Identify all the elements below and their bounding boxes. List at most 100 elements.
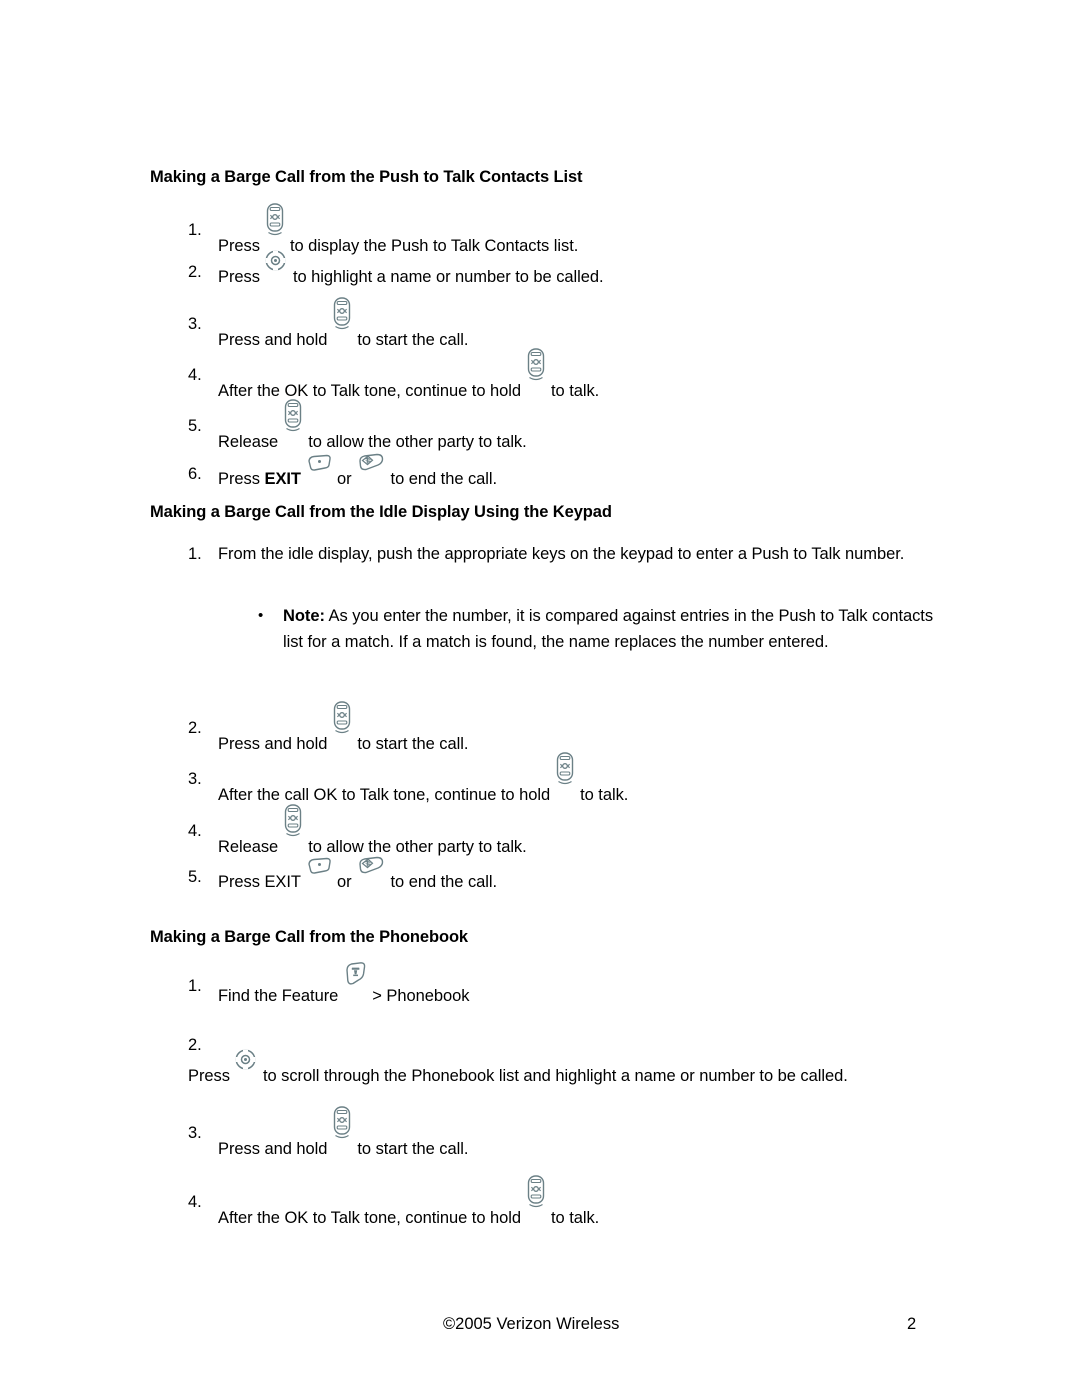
step-1-2: 2. Press to highlight a name or number to…	[188, 250, 808, 290]
ptt-key-icon[interactable]	[265, 203, 285, 237]
step-text-pre: Press and hold	[218, 1140, 328, 1158]
step-body: Press and hold to start the call.	[218, 297, 808, 353]
step-text-post: to display the Push to Talk Contacts lis…	[289, 237, 579, 255]
step-text-mid: or	[336, 470, 352, 488]
note-text: As you enter the number, it is compared …	[283, 607, 934, 651]
step-body: After the call OK to Talk tone, continue…	[218, 752, 928, 808]
step-text-pre: Press	[218, 237, 260, 255]
step-text-pre: After the OK to Talk tone, continue to h…	[218, 382, 521, 400]
step-2-5: 5. Press EXIT or to end the call.	[188, 856, 808, 895]
end-call-key-icon[interactable]	[356, 452, 387, 475]
ptt-key-icon[interactable]	[526, 1175, 546, 1209]
step-text-pre: Press	[188, 1067, 230, 1085]
step-body: Press EXIT or to end the call.	[218, 453, 808, 492]
step-text-pre: After the OK to Talk tone, continue to h…	[218, 1209, 521, 1227]
step-number: 2.	[188, 263, 202, 281]
step-number: 1.	[188, 977, 202, 995]
section-heading-contacts-list: Making a Barge Call from the Push to Tal…	[150, 168, 583, 186]
step-1-5: 5. Release to allow the other party to ta…	[188, 399, 808, 455]
footer-page-number: 2	[907, 1315, 917, 1333]
step-body: Press and hold to start the call.	[218, 701, 808, 757]
ptt-key-icon[interactable]	[332, 701, 352, 735]
step-text-pre: Release	[218, 838, 279, 856]
step-text-pre: Press	[218, 268, 260, 286]
step-1-4: 4. After the OK to Talk tone, continue t…	[188, 348, 908, 404]
step-number: 1.	[188, 221, 202, 239]
step-number: 3.	[188, 315, 202, 333]
ptt-key-icon[interactable]	[283, 399, 303, 433]
step-text-post: to talk.	[551, 1209, 600, 1227]
ptt-key-icon[interactable]	[283, 804, 303, 838]
step-body: From the idle display, push the appropri…	[218, 545, 905, 563]
step-text-pre: Release	[218, 433, 279, 451]
step-text-pre: Press EXIT	[218, 873, 301, 891]
exit-softkey-icon[interactable]	[305, 856, 333, 878]
step-number: 4.	[188, 366, 202, 384]
step-text-post: to talk.	[551, 382, 600, 400]
step-1-6: 6. Press EXIT or to end the call.	[188, 453, 808, 492]
step-2-1: 1. From the idle display, push the appro…	[188, 541, 948, 567]
ptt-key-icon[interactable]	[332, 297, 352, 331]
step-text-post: to allow the other party to talk.	[308, 433, 527, 451]
navigation-key-icon[interactable]	[264, 249, 287, 272]
exit-softkey-icon[interactable]	[305, 453, 333, 475]
step-3-3: 3. Press and hold to start the call.	[188, 1106, 808, 1162]
step-text-pre: Press and hold	[218, 331, 328, 349]
step-body: Release to allow the other party to talk.	[218, 804, 808, 860]
note-block: • Note: As you enter the number, it is c…	[258, 603, 948, 655]
step-1-3: 3. Press and hold to start the call.	[188, 297, 808, 353]
step-text-mid: or	[336, 873, 352, 891]
step-body: Press EXIT or to end the call.	[218, 856, 808, 895]
step-text-post: to allow the other party to talk.	[308, 838, 527, 856]
step-number: 5.	[188, 868, 202, 886]
step-number: 5.	[188, 417, 202, 435]
step-text-post: to highlight a name or number to be call…	[292, 268, 604, 286]
step-body: Press to highlight a name or number to be…	[218, 250, 808, 290]
section-heading-phonebook: Making a Barge Call from the Phonebook	[150, 928, 468, 946]
end-call-key-icon[interactable]	[356, 855, 387, 878]
step-body: Release to allow the other party to talk.	[218, 399, 808, 455]
step-text-post: to start the call.	[357, 331, 469, 349]
bullet-icon: •	[258, 607, 264, 624]
step-number: 3.	[188, 770, 202, 788]
step-text-post: > Phonebook	[372, 987, 470, 1005]
step-text-post: to scroll through the Phonebook list and…	[262, 1067, 848, 1085]
step-number: 2.	[188, 719, 202, 737]
step-number: 4.	[188, 1193, 202, 1211]
step-3-1: 1. Find the Feature > Phonebook	[188, 962, 808, 1009]
step-number: 3.	[188, 1124, 202, 1142]
step-number: 1.	[188, 545, 202, 563]
step-text-post: to end the call.	[390, 873, 498, 891]
ptt-key-icon[interactable]	[526, 348, 546, 382]
ptt-key-icon[interactable]	[332, 1106, 352, 1140]
note-label: Note:	[283, 607, 325, 625]
step-number: 4.	[188, 822, 202, 840]
ptt-key-icon[interactable]	[555, 752, 575, 786]
note-body: Note: As you enter the number, it is com…	[283, 603, 948, 655]
step-2-3: 3. After the call OK to Talk tone, conti…	[188, 752, 928, 808]
navigation-key-icon[interactable]	[234, 1048, 257, 1071]
step-3-4: 4. After the OK to Talk tone, continue t…	[188, 1175, 928, 1231]
step-body: Press to scroll through the Phonebook lis…	[188, 1049, 848, 1089]
step-text-post: to start the call.	[357, 1140, 469, 1158]
step-number: 6.	[188, 465, 202, 483]
step-2-2: 2. Press and hold to start the call.	[188, 701, 808, 757]
step-body: After the OK to Talk tone, continue to h…	[218, 1175, 928, 1231]
step-body: Press to display the Push to Talk Contact…	[218, 203, 808, 259]
step-2-4: 4. Release to allow the other party to ta…	[188, 804, 808, 860]
step-body: Find the Feature > Phonebook	[218, 962, 808, 1009]
step-3-2: 2. Press to scroll through the Phonebook l…	[188, 1032, 848, 1089]
footer-copyright: ©2005 Verizon Wireless	[443, 1315, 620, 1333]
step-body: Press and hold to start the call.	[218, 1106, 808, 1162]
step-text-pre: Press	[218, 470, 260, 488]
step-number: 2.	[188, 1036, 202, 1054]
step-text-post: to end the call.	[390, 470, 498, 488]
step-text-post: to start the call.	[357, 735, 469, 753]
step-text-pre: Press and hold	[218, 735, 328, 753]
document-page: Making a Barge Call from the Push to Tal…	[0, 0, 1080, 1397]
section-heading-idle-display: Making a Barge Call from the Idle Displa…	[150, 503, 612, 521]
step-text-post: to talk.	[580, 786, 629, 804]
step-text-pre: Find the Feature	[218, 987, 339, 1005]
step-body: After the OK to Talk tone, continue to h…	[218, 348, 908, 404]
menu-softkey-icon[interactable]	[342, 961, 368, 989]
